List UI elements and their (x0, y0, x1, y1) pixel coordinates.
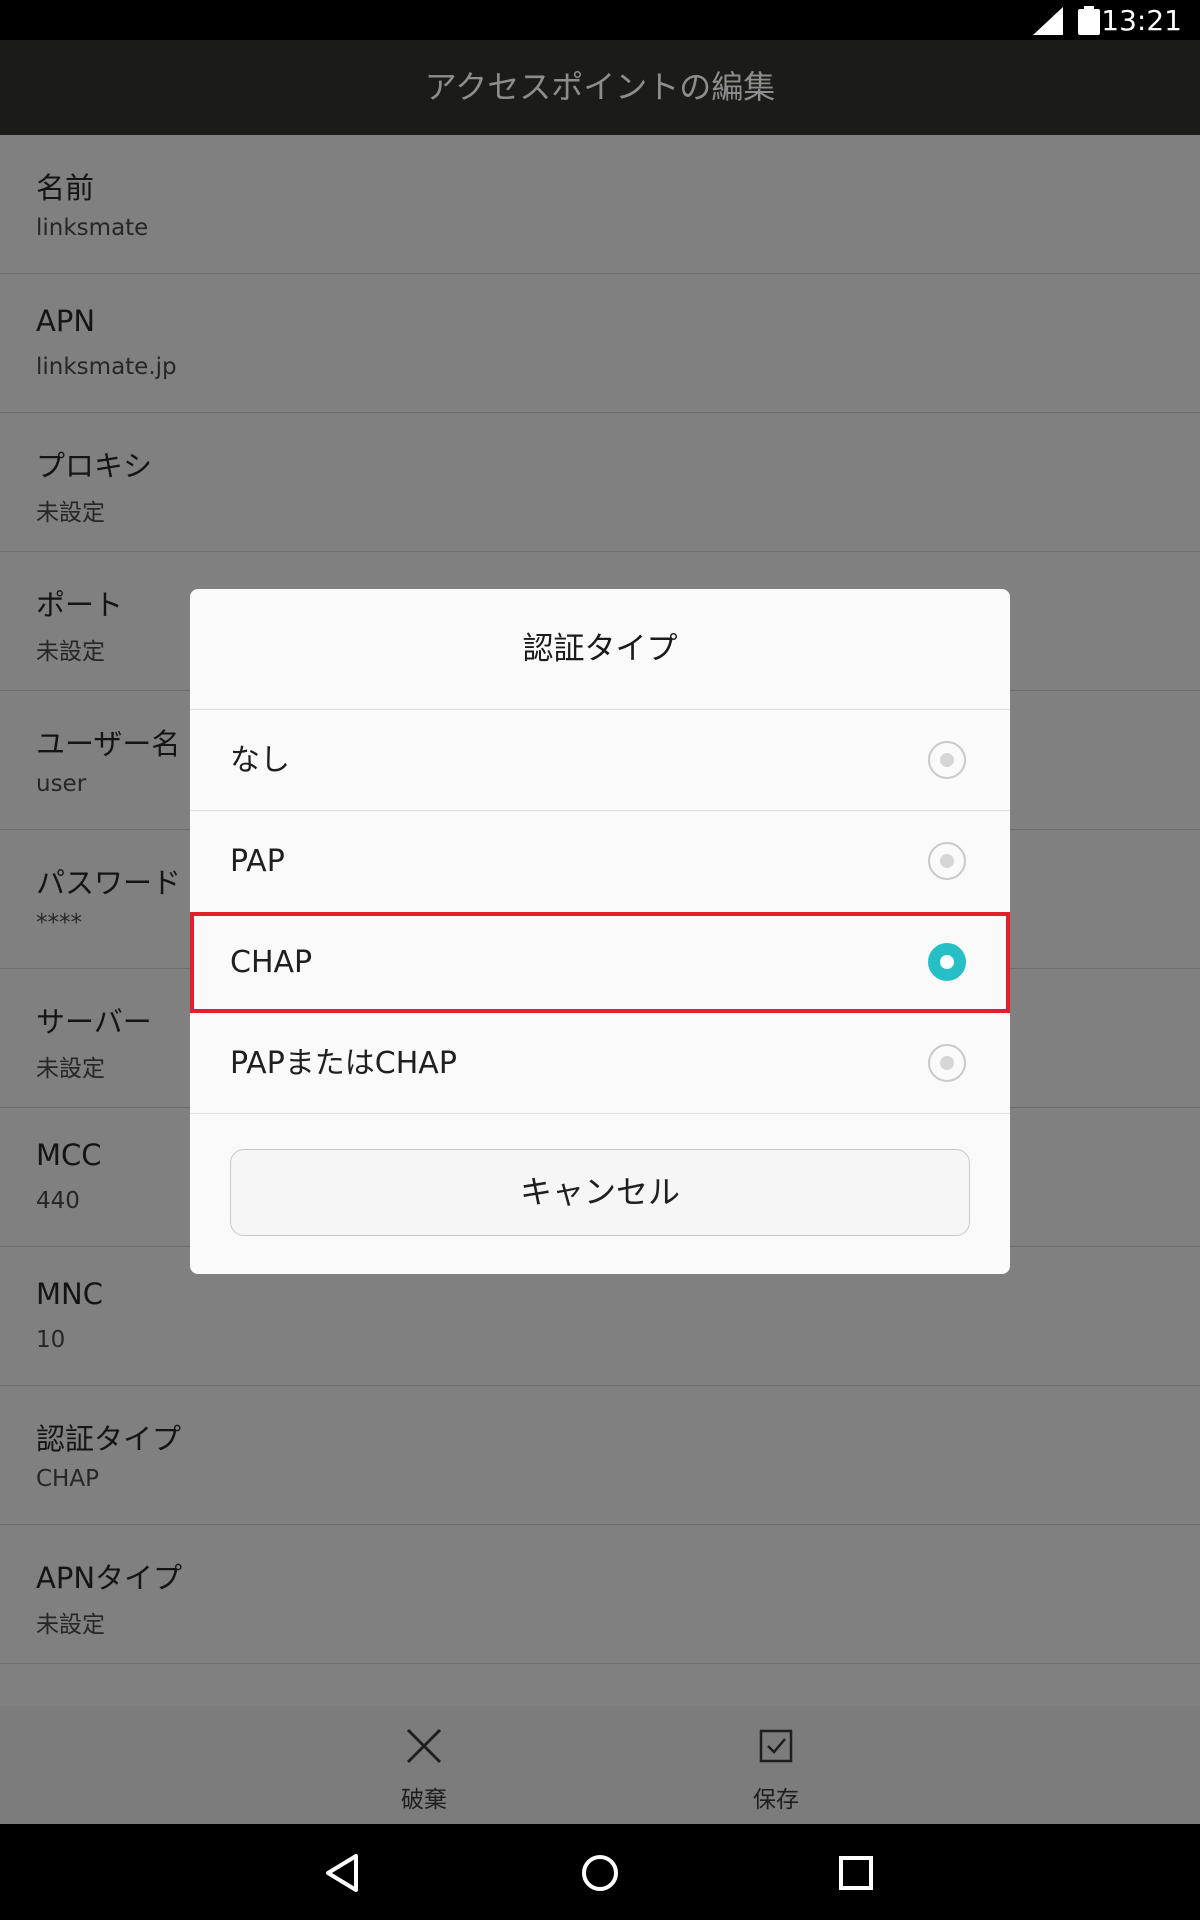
setting-row-auth-type[interactable]: 認証タイプ CHAP (0, 1386, 1200, 1525)
setting-value: **** (36, 910, 82, 936)
setting-value: 未設定 (36, 1612, 105, 1638)
battery-icon (1078, 6, 1100, 35)
recents-icon[interactable] (831, 1848, 881, 1898)
setting-label: MCC (36, 1138, 102, 1172)
setting-value: CHAP (36, 1466, 99, 1492)
discard-button[interactable]: 破棄 (354, 1706, 494, 1824)
option-label: なし (230, 743, 290, 778)
setting-label: ユーザー名 (36, 727, 181, 761)
radio-button[interactable] (928, 842, 966, 880)
setting-row-proxy[interactable]: プロキシ 未設定 (0, 413, 1200, 552)
back-icon[interactable] (318, 1848, 368, 1898)
setting-row-apn-type[interactable]: APNタイプ 未設定 (0, 1525, 1200, 1664)
radio-button[interactable] (928, 1044, 966, 1082)
dialog-title: 認証タイプ (522, 631, 678, 667)
setting-row-apn[interactable]: APN linksmate.jp (0, 274, 1200, 413)
cancel-button[interactable]: キャンセル (230, 1149, 970, 1236)
setting-value: linksmate (36, 215, 149, 241)
auth-type-dialog: 認証タイプ なし PAP CHAP PAPまたはCHAP キャンセル (190, 589, 1010, 1274)
close-icon (406, 1728, 442, 1764)
setting-label: 名前 (36, 171, 95, 205)
highlight-box (190, 912, 1010, 1013)
setting-label: パスワード (36, 866, 182, 900)
navigation-bar (0, 1824, 1200, 1920)
cell-signal-icon (1033, 7, 1063, 35)
option-chap[interactable]: CHAP (190, 912, 1010, 1013)
setting-label: 認証タイプ (36, 1422, 182, 1456)
radio-button[interactable] (928, 741, 966, 779)
option-label: PAPまたはCHAP (230, 1046, 457, 1081)
setting-value: 440 (36, 1188, 80, 1214)
option-label: PAP (230, 844, 285, 879)
option-none[interactable]: なし (190, 710, 1010, 811)
save-label: 保存 (753, 1787, 799, 1813)
setting-value: 未設定 (36, 500, 105, 526)
home-icon[interactable] (575, 1848, 625, 1898)
setting-label: サーバー (36, 1005, 152, 1039)
divider (190, 1113, 1010, 1114)
status-bar: 13:21 (0, 0, 1200, 40)
option-pap-or-chap[interactable]: PAPまたはCHAP (190, 1013, 1010, 1114)
save-button[interactable]: 保存 (706, 1706, 846, 1824)
setting-row-name[interactable]: 名前 linksmate (0, 135, 1200, 274)
checkbox-check-icon (759, 1729, 793, 1763)
status-time: 13:21 (1101, 4, 1182, 37)
discard-label: 破棄 (401, 1787, 447, 1813)
setting-label: MNC (36, 1277, 103, 1311)
setting-label: プロキシ (36, 449, 153, 483)
setting-value: user (36, 771, 87, 797)
setting-label: ポート (36, 588, 124, 622)
setting-label: APNタイプ (36, 1561, 183, 1595)
setting-value: 10 (36, 1327, 66, 1353)
setting-value: 未設定 (36, 639, 105, 665)
option-pap[interactable]: PAP (190, 811, 1010, 912)
action-bar: 破棄 保存 (0, 1706, 1200, 1824)
app-bar: アクセスポイントの編集 (0, 40, 1200, 135)
page-title: アクセスポイントの編集 (424, 68, 776, 106)
setting-value: linksmate.jp (36, 354, 177, 380)
setting-label: APN (36, 304, 96, 338)
setting-value: 未設定 (36, 1056, 105, 1082)
